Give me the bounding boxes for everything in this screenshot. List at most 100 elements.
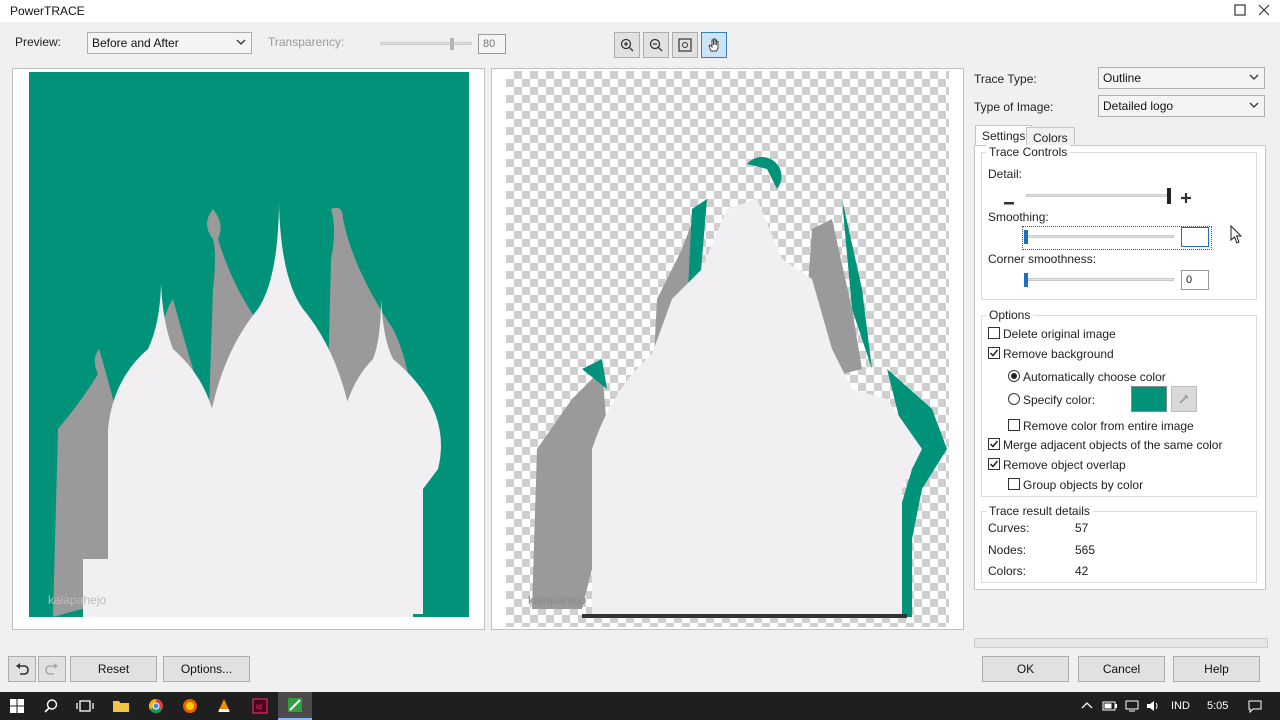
- redo-button[interactable]: [38, 656, 66, 682]
- chevron-up-icon: [1081, 702, 1093, 709]
- network-icon: [1125, 700, 1139, 712]
- image-type-dropdown[interactable]: Detailed logo: [1098, 95, 1265, 117]
- corner-smoothness-slider[interactable]: [1024, 273, 1174, 287]
- before-image: [29, 72, 469, 617]
- options-title: Options: [986, 308, 1034, 322]
- nodes-label: Nodes:: [988, 543, 1027, 557]
- vlc-taskbar[interactable]: [207, 692, 241, 720]
- preview-dropdown[interactable]: Before and After: [87, 32, 252, 54]
- image-type-value: Detailed logo: [1103, 99, 1174, 113]
- smoothing-label: Smoothing:: [988, 210, 1049, 224]
- image-type-label: Type of Image:: [974, 100, 1054, 114]
- corner-thumb[interactable]: [1024, 273, 1028, 287]
- tab-settings[interactable]: Settings: [975, 125, 1033, 145]
- pan-tool-button[interactable]: [701, 32, 727, 58]
- undo-button[interactable]: [8, 656, 36, 682]
- coreldraw-taskbar[interactable]: [278, 692, 312, 720]
- hand-icon: [708, 38, 719, 52]
- tray-chevron-up[interactable]: [1080, 699, 1094, 713]
- cursor-icon: [1230, 224, 1243, 244]
- remove-entire-checkbox[interactable]: [1008, 419, 1020, 431]
- detail-label: Detail:: [988, 167, 1023, 181]
- delete-original-checkbox[interactable]: [988, 327, 1000, 339]
- remove-background-label: Remove background: [1003, 347, 1114, 361]
- corner-track: [1024, 278, 1174, 281]
- after-preview-panel[interactable]: kalapahejo: [491, 68, 964, 630]
- close-icon: [1258, 4, 1270, 16]
- merge-adjacent-checkbox[interactable]: [988, 438, 1000, 450]
- close-button[interactable]: [1256, 2, 1272, 18]
- before-preview-panel[interactable]: kalapahejo: [12, 68, 485, 630]
- search-button[interactable]: [34, 692, 68, 720]
- corner-smoothness-value[interactable]: 0: [1181, 270, 1209, 290]
- specify-color-radio[interactable]: [1008, 393, 1020, 405]
- chrome-icon: [148, 698, 163, 714]
- curves-label: Curves:: [988, 521, 1030, 535]
- transparency-thumb[interactable]: [450, 38, 454, 50]
- battery-tray[interactable]: [1102, 699, 1118, 713]
- maximize-icon: [1234, 4, 1246, 16]
- transparency-value[interactable]: 80: [478, 34, 506, 54]
- checkmark-icon: [989, 440, 999, 448]
- smoothing-track: [1024, 235, 1174, 238]
- network-tray[interactable]: [1124, 699, 1140, 713]
- detail-track: [1026, 194, 1171, 197]
- smoothing-value[interactable]: [1181, 227, 1209, 247]
- horizontal-scrollbar[interactable]: [974, 638, 1268, 648]
- checkmark-icon: [989, 349, 999, 357]
- title-bar: [0, 0, 1280, 22]
- zoom-out-button[interactable]: [643, 32, 669, 58]
- group-by-color-checkbox[interactable]: [1008, 478, 1020, 490]
- detail-slider[interactable]: [1026, 188, 1171, 204]
- reset-button[interactable]: Reset: [70, 656, 157, 682]
- file-explorer-taskbar[interactable]: [104, 692, 138, 720]
- mouse-cursor: [1230, 224, 1244, 245]
- specify-color-swatch[interactable]: [1131, 386, 1167, 412]
- clock[interactable]: 5:05: [1207, 700, 1228, 712]
- notifications-tray[interactable]: [1247, 699, 1263, 714]
- indesign-taskbar[interactable]: Id: [243, 692, 277, 720]
- folder-icon: [113, 701, 129, 712]
- detail-thumb[interactable]: [1167, 188, 1171, 204]
- chrome-taskbar[interactable]: [139, 692, 173, 720]
- after-image: [532, 156, 947, 618]
- maximize-button[interactable]: [1232, 2, 1248, 18]
- trace-type-value: Outline: [1103, 71, 1142, 85]
- smoothing-thumb[interactable]: [1024, 230, 1028, 244]
- cancel-button[interactable]: Cancel: [1078, 656, 1165, 682]
- help-button[interactable]: Help: [1173, 656, 1260, 682]
- transparency-slider[interactable]: [380, 38, 472, 50]
- fit-to-window-button[interactable]: [672, 32, 698, 58]
- zoom-out-icon: [649, 38, 663, 52]
- detail-increase-button[interactable]: [1180, 192, 1192, 204]
- trace-type-dropdown[interactable]: Outline: [1098, 67, 1265, 89]
- detail-decrease-button[interactable]: [1003, 195, 1015, 205]
- tab-colors[interactable]: Colors: [1026, 127, 1075, 145]
- ok-button[interactable]: OK: [982, 656, 1069, 682]
- eyedropper-icon: [1179, 394, 1189, 404]
- eyedropper-button[interactable]: [1171, 386, 1197, 412]
- curves-value: 57: [1075, 521, 1089, 535]
- delete-original-label: Delete original image: [1003, 327, 1116, 341]
- task-view-icon: [76, 700, 94, 712]
- remove-background-checkbox[interactable]: [988, 347, 1000, 359]
- remove-entire-label: Remove color from entire image: [1023, 419, 1194, 433]
- task-view-button[interactable]: [68, 692, 102, 720]
- zoom-in-button[interactable]: [614, 32, 640, 58]
- fit-window-icon: [678, 38, 692, 52]
- language-indicator[interactable]: IND: [1171, 700, 1190, 712]
- transparency-label: Transparency:: [268, 35, 345, 49]
- options-button[interactable]: Options...: [163, 656, 250, 682]
- auto-choose-color-label: Automatically choose color: [1023, 370, 1166, 384]
- start-button[interactable]: [0, 692, 34, 720]
- trace-results-title: Trace result details: [986, 504, 1093, 518]
- watermark-before: kalapahejo: [48, 593, 107, 607]
- firefox-taskbar[interactable]: [173, 692, 207, 720]
- auto-choose-color-radio[interactable]: [1008, 370, 1020, 382]
- volume-tray[interactable]: [1145, 699, 1161, 713]
- merge-adjacent-label: Merge adjacent objects of the same color: [1003, 438, 1223, 452]
- remove-overlap-checkbox[interactable]: [988, 458, 1000, 470]
- undo-icon: [16, 663, 29, 675]
- colors-value: 42: [1075, 564, 1089, 578]
- smoothing-slider[interactable]: [1024, 230, 1174, 244]
